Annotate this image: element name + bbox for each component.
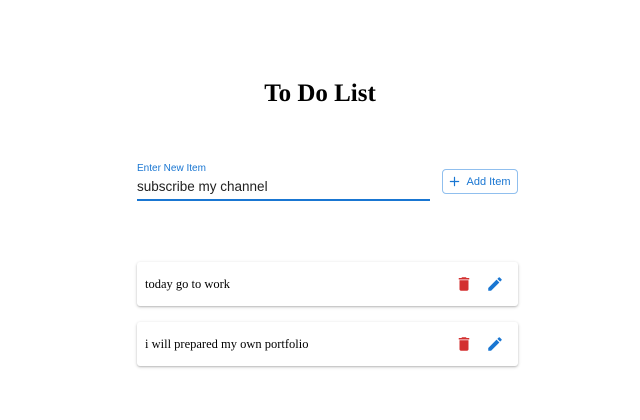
todo-app: To Do List Enter New Item Add Item today… xyxy=(0,0,640,420)
new-item-input[interactable] xyxy=(137,176,430,196)
todo-text: today go to work xyxy=(145,277,231,291)
plus-icon xyxy=(449,176,460,187)
pencil-icon xyxy=(488,337,502,351)
todo-list: today go to work i will prepared my own … xyxy=(137,262,518,382)
edit-button[interactable] xyxy=(485,274,505,294)
trash-icon xyxy=(458,337,470,351)
edit-button[interactable] xyxy=(485,334,505,354)
page-title: To Do List xyxy=(264,80,376,107)
trash-icon xyxy=(458,277,470,291)
delete-button[interactable] xyxy=(454,274,474,294)
new-item-label: Enter New Item xyxy=(137,163,206,174)
delete-button[interactable] xyxy=(454,334,474,354)
todo-text: i will prepared my own portfolio xyxy=(145,337,309,351)
todo-item: i will prepared my own portfolio xyxy=(137,322,518,366)
add-item-label: Add Item xyxy=(466,175,511,188)
pencil-icon xyxy=(488,277,502,291)
add-item-button[interactable]: Add Item xyxy=(442,169,518,194)
new-item-field[interactable]: Enter New Item xyxy=(137,162,430,201)
todo-item: today go to work xyxy=(137,262,518,306)
